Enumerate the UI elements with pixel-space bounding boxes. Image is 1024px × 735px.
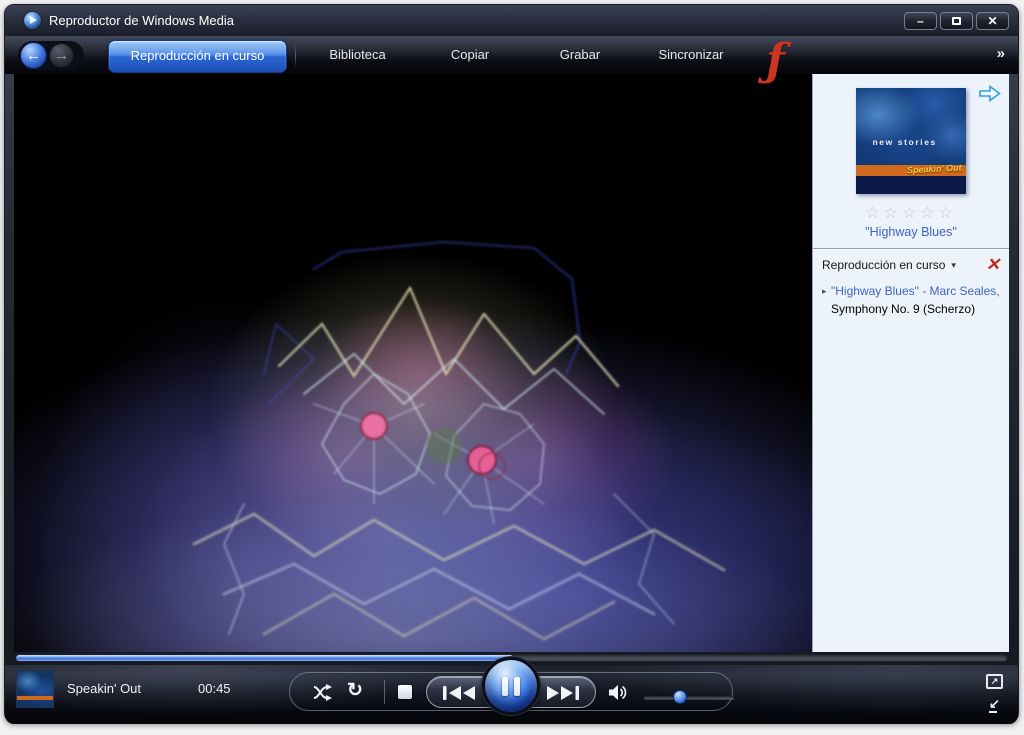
track-caption: "Highway Blues" <box>865 225 957 239</box>
wmp-logo-icon <box>24 12 41 29</box>
elapsed-time: 00:45 <box>198 681 231 696</box>
stop-button[interactable] <box>398 685 412 699</box>
nav-buttons: ← → <box>18 41 84 70</box>
window-controls: – ✕ <box>904 11 1009 30</box>
tab-divider <box>295 43 296 68</box>
maximize-button[interactable] <box>940 11 973 30</box>
title-bar: Reproductor de Windows Media – ✕ <box>5 5 1018 36</box>
now-playing-sidebar: new stories Speakin' Out ☆☆☆☆☆ "Highway … <box>812 74 1009 652</box>
now-playing-marker-icon: ▸ <box>822 286 827 296</box>
content-area: new stories Speakin' Out ☆☆☆☆☆ "Highway … <box>5 74 1018 652</box>
track-title: Symphony No. 9 (Scherzo) <box>831 302 976 316</box>
track-list: ▸ "Highway Blues" - Marc Seales,... Symp… <box>822 282 1000 318</box>
back-button[interactable]: ← <box>20 42 47 69</box>
chevron-down-icon[interactable]: ▾ <box>951 260 956 271</box>
media-info-arrow-icon[interactable] <box>979 84 1001 105</box>
controls-separator <box>384 680 385 704</box>
compact-mode-button[interactable]: ↙ <box>989 697 1000 713</box>
maximize-icon <box>952 16 961 25</box>
tab-bar: ← → Reproducción en curso ▾ Biblioteca C… <box>5 35 1018 86</box>
forward-button[interactable]: → <box>49 43 74 68</box>
repeat-button[interactable]: ↻ <box>347 678 363 704</box>
now-playing-thumbnail <box>16 670 54 708</box>
transport-bar: Speakin' Out 00:45 ↻ ↗ ↙ <box>5 657 1018 724</box>
playlist-panel: Reproducción en curso ▾ ✕ ▸ "Highway Blu… <box>813 250 1009 318</box>
playlist-dropdown[interactable]: Reproducción en curso <box>822 258 945 272</box>
tab-now-playing[interactable]: Reproducción en curso ▾ <box>108 40 287 81</box>
list-item[interactable]: ▸ "Highway Blues" - Marc Seales,... <box>822 282 1000 300</box>
album-art-bottom-band <box>856 175 966 194</box>
shuffle-button[interactable] <box>312 684 334 706</box>
list-item[interactable]: Symphony No. 9 (Scherzo) <box>822 300 1000 318</box>
tab-overflow-chevron-icon[interactable]: » <box>997 36 1005 74</box>
now-playing-title: Speakin' Out <box>67 681 142 696</box>
tab-sync[interactable]: Sincronizar <box>636 36 746 74</box>
next-button[interactable] <box>545 685 581 706</box>
pause-icon <box>485 677 537 696</box>
window-title: Reproductor de Windows Media <box>49 13 234 28</box>
playlist-header: Reproducción en curso ▾ ✕ <box>822 257 1000 274</box>
signature-f-logo-icon: ƒ <box>766 35 785 86</box>
close-button[interactable]: ✕ <box>976 11 1009 30</box>
album-art-section: new stories Speakin' Out ☆☆☆☆☆ "Highway … <box>813 75 1009 239</box>
visualization-strands <box>192 240 726 641</box>
fullscreen-button[interactable]: ↗ <box>986 674 1003 689</box>
seek-progress <box>16 655 512 661</box>
video-area[interactable] <box>14 74 812 652</box>
minimize-button[interactable]: – <box>904 11 937 30</box>
album-art-artist-text: new stories <box>872 136 937 147</box>
volume-mute-button[interactable] <box>608 683 630 707</box>
track-marker <box>822 300 831 318</box>
clear-playlist-icon[interactable]: ✕ <box>986 257 1000 274</box>
volume-track <box>644 696 734 699</box>
album-art: new stories Speakin' Out <box>856 88 966 194</box>
visualization <box>14 74 812 652</box>
volume-slider[interactable] <box>644 690 734 704</box>
pause-button[interactable] <box>482 657 540 715</box>
tab-library[interactable]: Biblioteca <box>300 36 415 74</box>
previous-button[interactable] <box>441 685 477 706</box>
track-title: "Highway Blues" - Marc Seales,... <box>831 284 1000 298</box>
volume-handle[interactable] <box>673 690 687 704</box>
tab-now-playing-label: Reproducción en curso <box>130 48 265 63</box>
rating-stars[interactable]: ☆☆☆☆☆ <box>813 203 1009 223</box>
wmp-window: Reproductor de Windows Media – ✕ ← → Rep… <box>4 4 1019 724</box>
tab-rip[interactable]: Copiar <box>420 36 520 74</box>
tab-burn[interactable]: Grabar <box>532 36 628 74</box>
